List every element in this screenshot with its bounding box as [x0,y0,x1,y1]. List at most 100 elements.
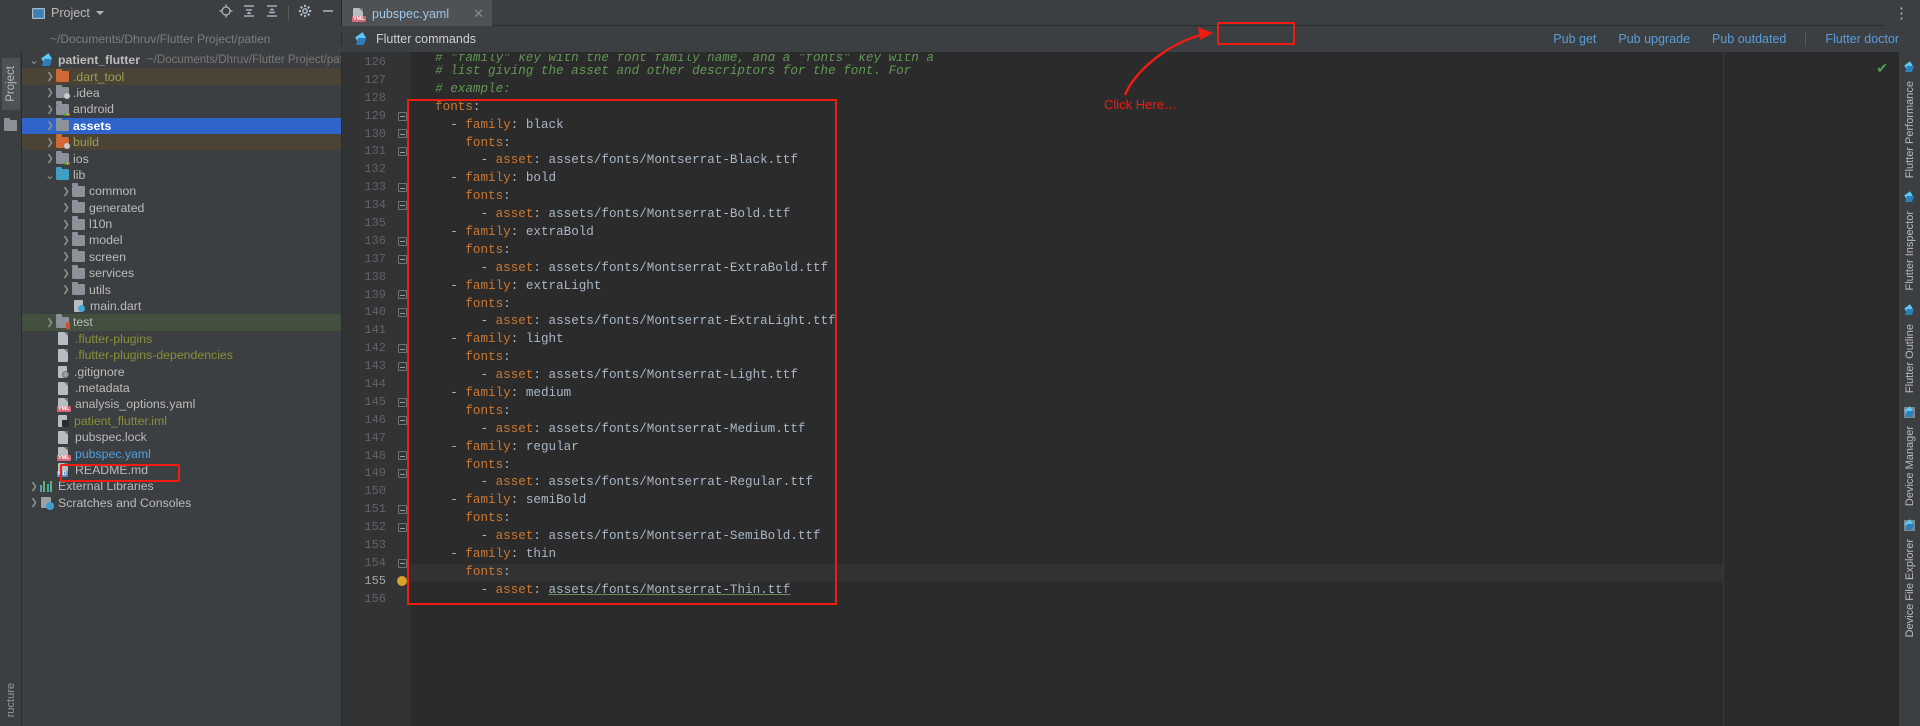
device-file-explorer-icon[interactable] [1904,520,1915,531]
fold-marker-cell[interactable] [394,72,410,90]
chevron-down-icon[interactable]: ⌄ [44,172,56,178]
inspection-status-icon[interactable]: ✔ [1876,60,1888,77]
fold-marker-cell[interactable] [394,108,410,126]
fold-collapse-icon[interactable] [398,523,407,532]
performance-icon[interactable] [1904,62,1915,73]
tree-item-screen[interactable]: ❯screen [22,249,341,265]
fold-marker-cell[interactable] [394,394,410,412]
code-line[interactable]: fonts: [410,564,1723,582]
code-line[interactable]: - family: extraBold [410,224,1723,242]
fold-collapse-icon[interactable] [398,362,407,371]
tree-item-pubspec-lock[interactable]: pubspec.lock [22,429,341,445]
tree-item-android[interactable]: ❯android [22,101,341,117]
code-line[interactable]: - family: thin [410,546,1723,564]
tree-item-analysis-options-yaml[interactable]: YMLanalysis_options.yaml [22,396,341,412]
tool-window-button-flutter-inspector[interactable]: Flutter Inspector [1902,205,1918,296]
chevron-right-icon[interactable]: ❯ [44,71,56,82]
fold-marker-cell[interactable] [394,448,410,466]
outline-icon[interactable] [1904,305,1915,316]
code-line[interactable]: fonts: [410,510,1723,528]
more-options-icon[interactable]: ⋮ [1884,4,1920,22]
code-line[interactable]: - family: light [410,331,1723,349]
fold-collapse-icon[interactable] [398,344,407,353]
fold-marker-cell[interactable] [394,54,410,72]
fold-collapse-icon[interactable] [398,469,407,478]
fold-marker-cell[interactable] [394,126,410,144]
flutter-doctor-button[interactable]: Flutter doctor [1814,29,1910,49]
tree-item-ios[interactable]: ❯ios [22,150,341,166]
chevron-down-icon[interactable] [96,11,104,15]
fold-collapse-icon[interactable] [398,147,407,156]
fold-collapse-icon[interactable] [398,451,407,460]
code-line[interactable]: - asset: assets/fonts/Montserrat-ExtraLi… [410,313,1723,331]
chevron-right-icon[interactable]: ❯ [60,219,72,230]
chevron-right-icon[interactable]: ❯ [60,186,72,197]
chevron-right-icon[interactable]: ❯ [44,120,56,131]
chevron-right-icon[interactable]: ❯ [60,268,72,279]
pub-upgrade-button[interactable]: Pub upgrade [1607,29,1701,49]
intention-bulb-icon[interactable] [397,576,407,586]
fold-marker-cell[interactable] [394,161,410,179]
chevron-right-icon[interactable]: ❯ [44,87,56,98]
tree-item-patient-flutter-iml[interactable]: patient_flutter.iml [22,413,341,429]
code-line[interactable]: fonts: [410,457,1723,475]
fold-collapse-icon[interactable] [398,129,407,138]
fold-marker-cell[interactable] [394,287,410,305]
chevron-right-icon[interactable]: ❯ [60,251,72,262]
code-line[interactable]: - asset: assets/fonts/Montserrat-Light.t… [410,367,1723,385]
fold-marker-cell[interactable] [394,251,410,269]
tool-window-button-device-file-explorer[interactable]: Device File Explorer [1902,533,1918,643]
fold-marker-cell[interactable] [394,483,410,501]
chevron-right-icon[interactable]: ❯ [44,104,56,115]
chevron-right-icon[interactable]: ❯ [44,137,56,148]
minimize-icon[interactable] [321,4,335,23]
tree-item-common[interactable]: ❯common [22,183,341,199]
fold-marker-cell[interactable] [394,573,410,591]
gear-icon[interactable] [298,4,312,23]
inspector-icon[interactable] [1904,192,1915,203]
code-line[interactable]: - asset: assets/fonts/Montserrat-SemiBol… [410,528,1723,546]
fold-collapse-icon[interactable] [398,201,407,210]
fold-collapse-icon[interactable] [398,183,407,192]
code-line[interactable]: # list giving the asset and other descri… [410,63,1723,81]
fold-marker-cell[interactable] [394,197,410,215]
fold-collapse-icon[interactable] [398,255,407,264]
tree-item-test[interactable]: ❯test [22,314,341,330]
fold-marker-cell[interactable] [394,269,410,287]
chevron-right-icon[interactable]: ❯ [44,153,56,164]
fold-marker-cell[interactable] [394,90,410,108]
tree-item-lib[interactable]: ⌄lib [22,167,341,183]
fold-collapse-icon[interactable] [398,398,407,407]
fold-marker-cell[interactable] [394,322,410,340]
tree-item--flutter-plugins[interactable]: .flutter-plugins [22,331,341,347]
code-folding-gutter[interactable] [394,52,410,726]
code-editor[interactable]: 1261271281291301311321331341351361371381… [342,52,1723,726]
tree-item-pubspec-yaml[interactable]: YMLpubspec.yaml [22,445,341,461]
fold-marker-cell[interactable] [394,215,410,233]
code-line[interactable]: # example: [410,81,1723,99]
chevron-right-icon[interactable]: ❯ [28,481,40,492]
fold-collapse-icon[interactable] [398,112,407,121]
code-line[interactable]: - asset: assets/fonts/Montserrat-Black.t… [410,152,1723,170]
fold-marker-cell[interactable] [394,537,410,555]
code-line[interactable]: - family: black [410,117,1723,135]
fold-marker-cell[interactable] [394,358,410,376]
tree-item--flutter-plugins-dependencies[interactable]: .flutter-plugins-dependencies [22,347,341,363]
code-line[interactable]: fonts: [410,242,1723,260]
code-content[interactable]: # "family" key with the font family name… [410,52,1723,726]
pub-get-button[interactable]: Pub get [1542,29,1607,49]
fold-collapse-icon[interactable] [398,559,407,568]
fold-marker-cell[interactable] [394,555,410,573]
tree-item-build[interactable]: ❯build [22,134,341,150]
pub-outdated-button[interactable]: Pub outdated [1701,29,1797,49]
code-line[interactable]: - family: regular [410,439,1723,457]
folder-icon[interactable] [4,120,17,131]
tree-item--gitignore[interactable]: .gitignore [22,363,341,379]
fold-marker-cell[interactable] [394,591,410,609]
code-line[interactable]: - asset: assets/fonts/Montserrat-Regular… [410,474,1723,492]
tool-window-button-device-manager[interactable]: Device Manager [1902,420,1918,512]
code-line[interactable]: - asset: assets/fonts/Montserrat-Bold.tt… [410,206,1723,224]
chevron-right-icon[interactable]: ❯ [60,284,72,295]
tree-item-scratches-and-consoles[interactable]: ❯Scratches and Consoles [22,495,341,511]
code-line[interactable]: - family: bold [410,170,1723,188]
